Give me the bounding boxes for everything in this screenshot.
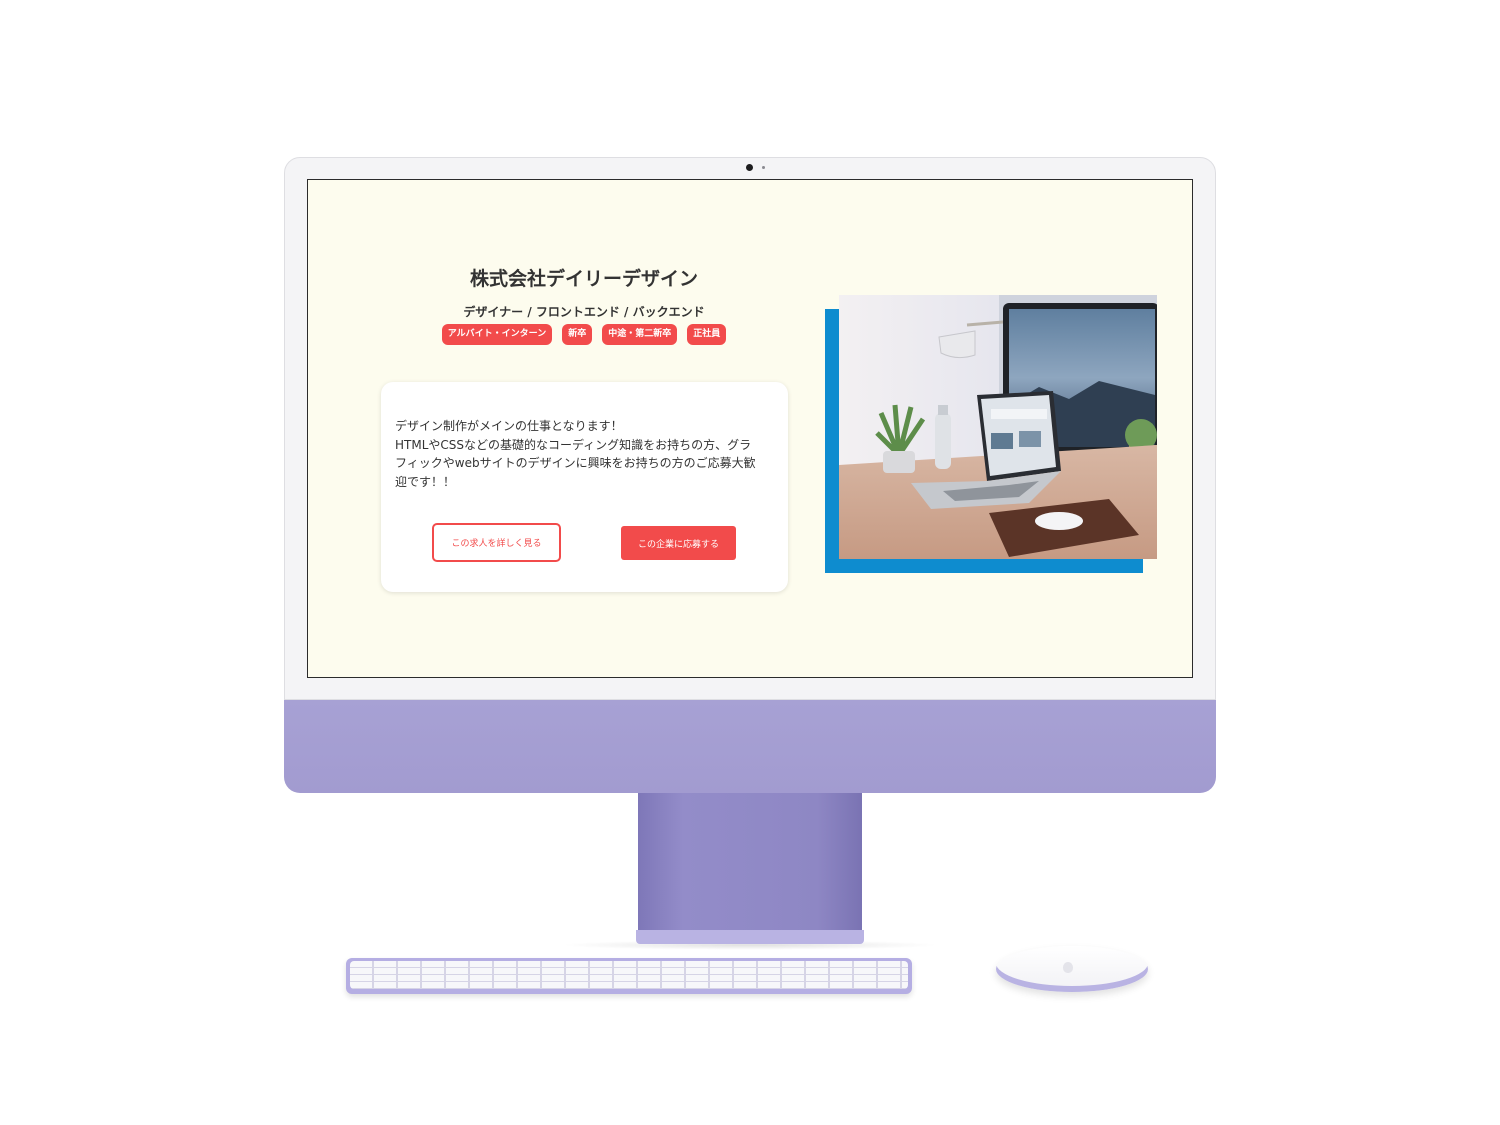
employment-tags: アルバイト・インターン 新卒 中途・第二新卒 正社員 <box>388 324 780 345</box>
description-line: フィックやwebサイトのデザインに興味をお持ちの方のご応募大歓 <box>395 456 756 470</box>
workspace-photo <box>839 295 1157 559</box>
company-name: 株式会社デイリーデザイン <box>469 268 698 290</box>
job-description-card: デザイン制作がメインの仕事となります！ HTMLやCSSなどの基礎的なコーディン… <box>381 382 788 592</box>
view-job-details-button[interactable]: この求人を詳しく見る <box>432 523 561 562</box>
imac-chin <box>284 700 1216 793</box>
imac-stand <box>638 793 862 933</box>
apply-to-company-button[interactable]: この企業に応募する <box>621 526 736 560</box>
apple-logo-icon <box>1063 962 1073 973</box>
screen: 株式会社デイリーデザイン デザイナー / フロントエンド / バックエンド アル… <box>307 179 1193 678</box>
keyboard <box>346 958 912 994</box>
job-description: デザイン制作がメインの仕事となります！ HTMLやCSSなどの基礎的なコーディン… <box>395 417 775 491</box>
camera-indicator-icon <box>762 166 765 169</box>
description-line: HTMLやCSSなどの基礎的なコーディング知識をお持ちの方、グラ <box>395 437 752 452</box>
tag-part-time-intern: アルバイト・インターン <box>441 324 553 345</box>
job-roles: デザイナー / フロントエンド / バックエンド <box>463 305 705 319</box>
camera-icon <box>746 164 753 171</box>
keyboard-key-rows <box>350 961 908 989</box>
tag-full-time: 正社員 <box>687 324 727 345</box>
description-line: 迎です！！ <box>395 474 456 489</box>
tag-new-graduate: 新卒 <box>562 324 593 345</box>
workspace-illustration <box>839 295 1157 559</box>
imac-stand-foot <box>636 930 864 944</box>
tag-mid-career: 中途・第二新卒 <box>602 324 678 345</box>
description-line: デザイン制作がメインの仕事となります！ <box>395 419 623 433</box>
